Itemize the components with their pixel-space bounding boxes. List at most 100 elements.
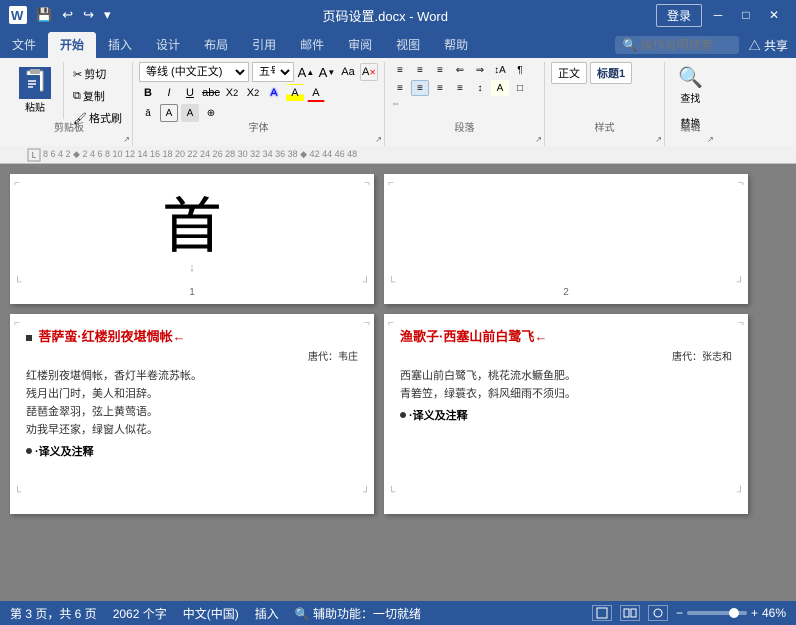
corner-br-2: ┘ xyxy=(737,277,744,288)
find-button[interactable]: 🔍 查找 xyxy=(671,62,710,108)
subscript-button[interactable]: X2 xyxy=(223,84,241,102)
minimize-button[interactable]: ─ xyxy=(704,5,732,25)
style-gallery: 正文 标题1 xyxy=(551,62,632,102)
multilevel-list-button[interactable]: ≡ xyxy=(431,62,449,78)
word-icon: W xyxy=(8,5,28,25)
justify-button[interactable]: ≡ xyxy=(451,80,469,96)
poem3-note: ·译义及注释 xyxy=(26,443,358,459)
undo-quick-btn[interactable]: ↩ xyxy=(58,5,77,25)
decrease-indent-button[interactable]: ⇐ xyxy=(451,62,469,78)
zoom-out-button[interactable]: − xyxy=(676,606,683,620)
quick-access-toolbar: 💾 ↩ ↪ ▾ xyxy=(32,5,115,25)
maximize-button[interactable]: □ xyxy=(732,5,760,25)
print-layout-button[interactable] xyxy=(592,605,612,621)
text-effects-button[interactable]: A xyxy=(265,84,283,102)
font-group: 等线 (中文正文) 五号 A▲ A▼ Aa A✕ B I U abc X2 xyxy=(133,62,385,146)
pages-top-row: ⌐ ⌐ 首 ↓ └ ┘ 1 ⌐ ⌐ └ ┘ 2 xyxy=(10,174,786,304)
font-family-select[interactable]: 等线 (中文正文) xyxy=(139,62,249,82)
window-controls: ─ □ ✕ xyxy=(704,5,788,25)
search-input[interactable] xyxy=(641,38,731,52)
redo-quick-btn[interactable]: ↪ xyxy=(79,5,98,25)
ruler-marks: 8 6 4 2 ◆ 2 4 6 8 10 12 14 16 18 20 22 2… xyxy=(43,149,771,160)
poem4-title: 渔歌子·西塞山前白鹭飞← xyxy=(400,329,547,344)
strikethrough-button[interactable]: abc xyxy=(202,84,220,102)
align-center-button[interactable]: ≡ xyxy=(411,80,429,96)
corner-tl-3: ⌐ xyxy=(14,318,20,329)
cut-icon: ✂ xyxy=(73,68,82,81)
numbering-button[interactable]: ≡ xyxy=(411,62,429,78)
increase-indent-button[interactable]: ⇒ xyxy=(471,62,489,78)
change-case-button[interactable]: Aa xyxy=(339,63,357,81)
page-4: ⌐ ⌐ 渔歌子·西塞山前白鹭飞← 唐代：张志和 西塞山前白鹭飞，桃花流水鳜鱼肥。… xyxy=(384,314,748,514)
login-button[interactable]: 登录 xyxy=(656,4,702,27)
align-right-button[interactable]: ≡ xyxy=(431,80,449,96)
close-button[interactable]: ✕ xyxy=(760,5,788,25)
title-bar: W 💾 ↩ ↪ ▾ 页码设置.docx - Word 登录 ─ □ ✕ xyxy=(0,0,796,30)
web-layout-button[interactable] xyxy=(648,605,668,621)
insert-mode[interactable]: 插入 xyxy=(255,605,279,622)
style-heading1[interactable]: 标题1 xyxy=(590,62,632,84)
show-marks-button[interactable]: ¶ xyxy=(511,62,529,78)
page-number-1: 1 xyxy=(189,287,195,298)
shrink-font-button[interactable]: A▼ xyxy=(318,63,336,81)
font-expand-icon[interactable]: ↗ xyxy=(375,135,382,144)
corner-tl-4: ⌐ xyxy=(388,318,394,329)
read-mode-button[interactable] xyxy=(620,605,640,621)
style-expand-icon[interactable]: ↗ xyxy=(655,135,662,144)
poem3-dynasty: 唐代：韦庄 xyxy=(26,348,358,363)
paragraph-expand-icon[interactable]: ↗ xyxy=(535,135,542,144)
corner-tr-2: ⌐ xyxy=(738,178,744,189)
qa-more-btn[interactable]: ▾ xyxy=(100,5,115,25)
svg-text:W: W xyxy=(11,8,24,23)
share-button[interactable]: △ 共享 xyxy=(749,37,788,54)
shading-button[interactable]: A xyxy=(491,80,509,96)
clipboard-expand-icon[interactable]: ↗ xyxy=(123,135,130,144)
sort-button[interactable]: ↕A xyxy=(491,62,509,78)
copy-button[interactable]: ⧉ 复制 xyxy=(69,86,126,106)
paste-icon xyxy=(19,67,51,99)
line-spacing-button[interactable]: ↕ xyxy=(471,80,489,96)
tab-view[interactable]: 视图 xyxy=(384,32,432,58)
highlight-color-button[interactable]: A xyxy=(286,84,304,102)
ribbon-content: 粘贴 ✂ 剪切 ⧉ 复制 🖌 格式刷 剪贴板 ↗ xyxy=(0,58,796,146)
tab-insert[interactable]: 插入 xyxy=(96,32,144,58)
corner-tr-3: ⌐ xyxy=(364,318,370,329)
spacing-indicator: ⇔ xyxy=(391,98,400,108)
document-area[interactable]: ⌐ ⌐ 首 ↓ └ ┘ 1 ⌐ ⌐ └ ┘ 2 xyxy=(0,164,796,601)
border-button[interactable]: □ xyxy=(511,80,529,96)
underline-button[interactable]: U xyxy=(181,84,199,102)
tab-references[interactable]: 引用 xyxy=(240,32,288,58)
align-left-button[interactable]: ≡ xyxy=(391,80,409,96)
paste-button[interactable]: 粘贴 xyxy=(12,62,58,119)
tab-design[interactable]: 设计 xyxy=(144,32,192,58)
save-quick-btn[interactable]: 💾 xyxy=(32,5,56,25)
zoom-thumb xyxy=(729,608,739,618)
word-count: 2062 个字 xyxy=(113,605,167,622)
tab-file[interactable]: 文件 xyxy=(0,32,48,58)
title-bar-left: W 💾 ↩ ↪ ▾ xyxy=(8,5,115,25)
editing-expand-icon[interactable]: ↗ xyxy=(707,135,714,144)
poem4-dynasty: 唐代：张志和 xyxy=(400,348,732,363)
tab-help[interactable]: 帮助 xyxy=(432,32,480,58)
tab-home[interactable]: 开始 xyxy=(48,32,96,58)
corner-br-1: ┘ xyxy=(363,277,370,288)
ribbon-tab-bar: 文件 开始 插入 设计 布局 引用 邮件 审阅 视图 帮助 🔍 △ 共享 xyxy=(0,30,796,58)
font-color-button[interactable]: A xyxy=(307,84,325,102)
zoom-slider[interactable] xyxy=(687,611,747,615)
superscript-button[interactable]: X2 xyxy=(244,84,262,102)
zoom-in-button[interactable]: + xyxy=(751,606,758,620)
clear-format-button[interactable]: A✕ xyxy=(360,63,378,81)
bold-button[interactable]: B xyxy=(139,84,157,102)
cut-button[interactable]: ✂ 剪切 xyxy=(69,64,126,84)
corner-br-3: ┘ xyxy=(363,487,370,498)
bullets-button[interactable]: ≡ xyxy=(391,62,409,78)
tab-mail[interactable]: 邮件 xyxy=(288,32,336,58)
grow-font-button[interactable]: A▲ xyxy=(297,63,315,81)
font-size-select[interactable]: 五号 xyxy=(252,62,294,82)
tab-layout[interactable]: 布局 xyxy=(192,32,240,58)
tab-review[interactable]: 审阅 xyxy=(336,32,384,58)
style-normal[interactable]: 正文 xyxy=(551,62,587,84)
italic-button[interactable]: I xyxy=(160,84,178,102)
page-1: ⌐ ⌐ 首 ↓ └ ┘ 1 xyxy=(10,174,374,304)
corner-br-4: ┘ xyxy=(737,487,744,498)
